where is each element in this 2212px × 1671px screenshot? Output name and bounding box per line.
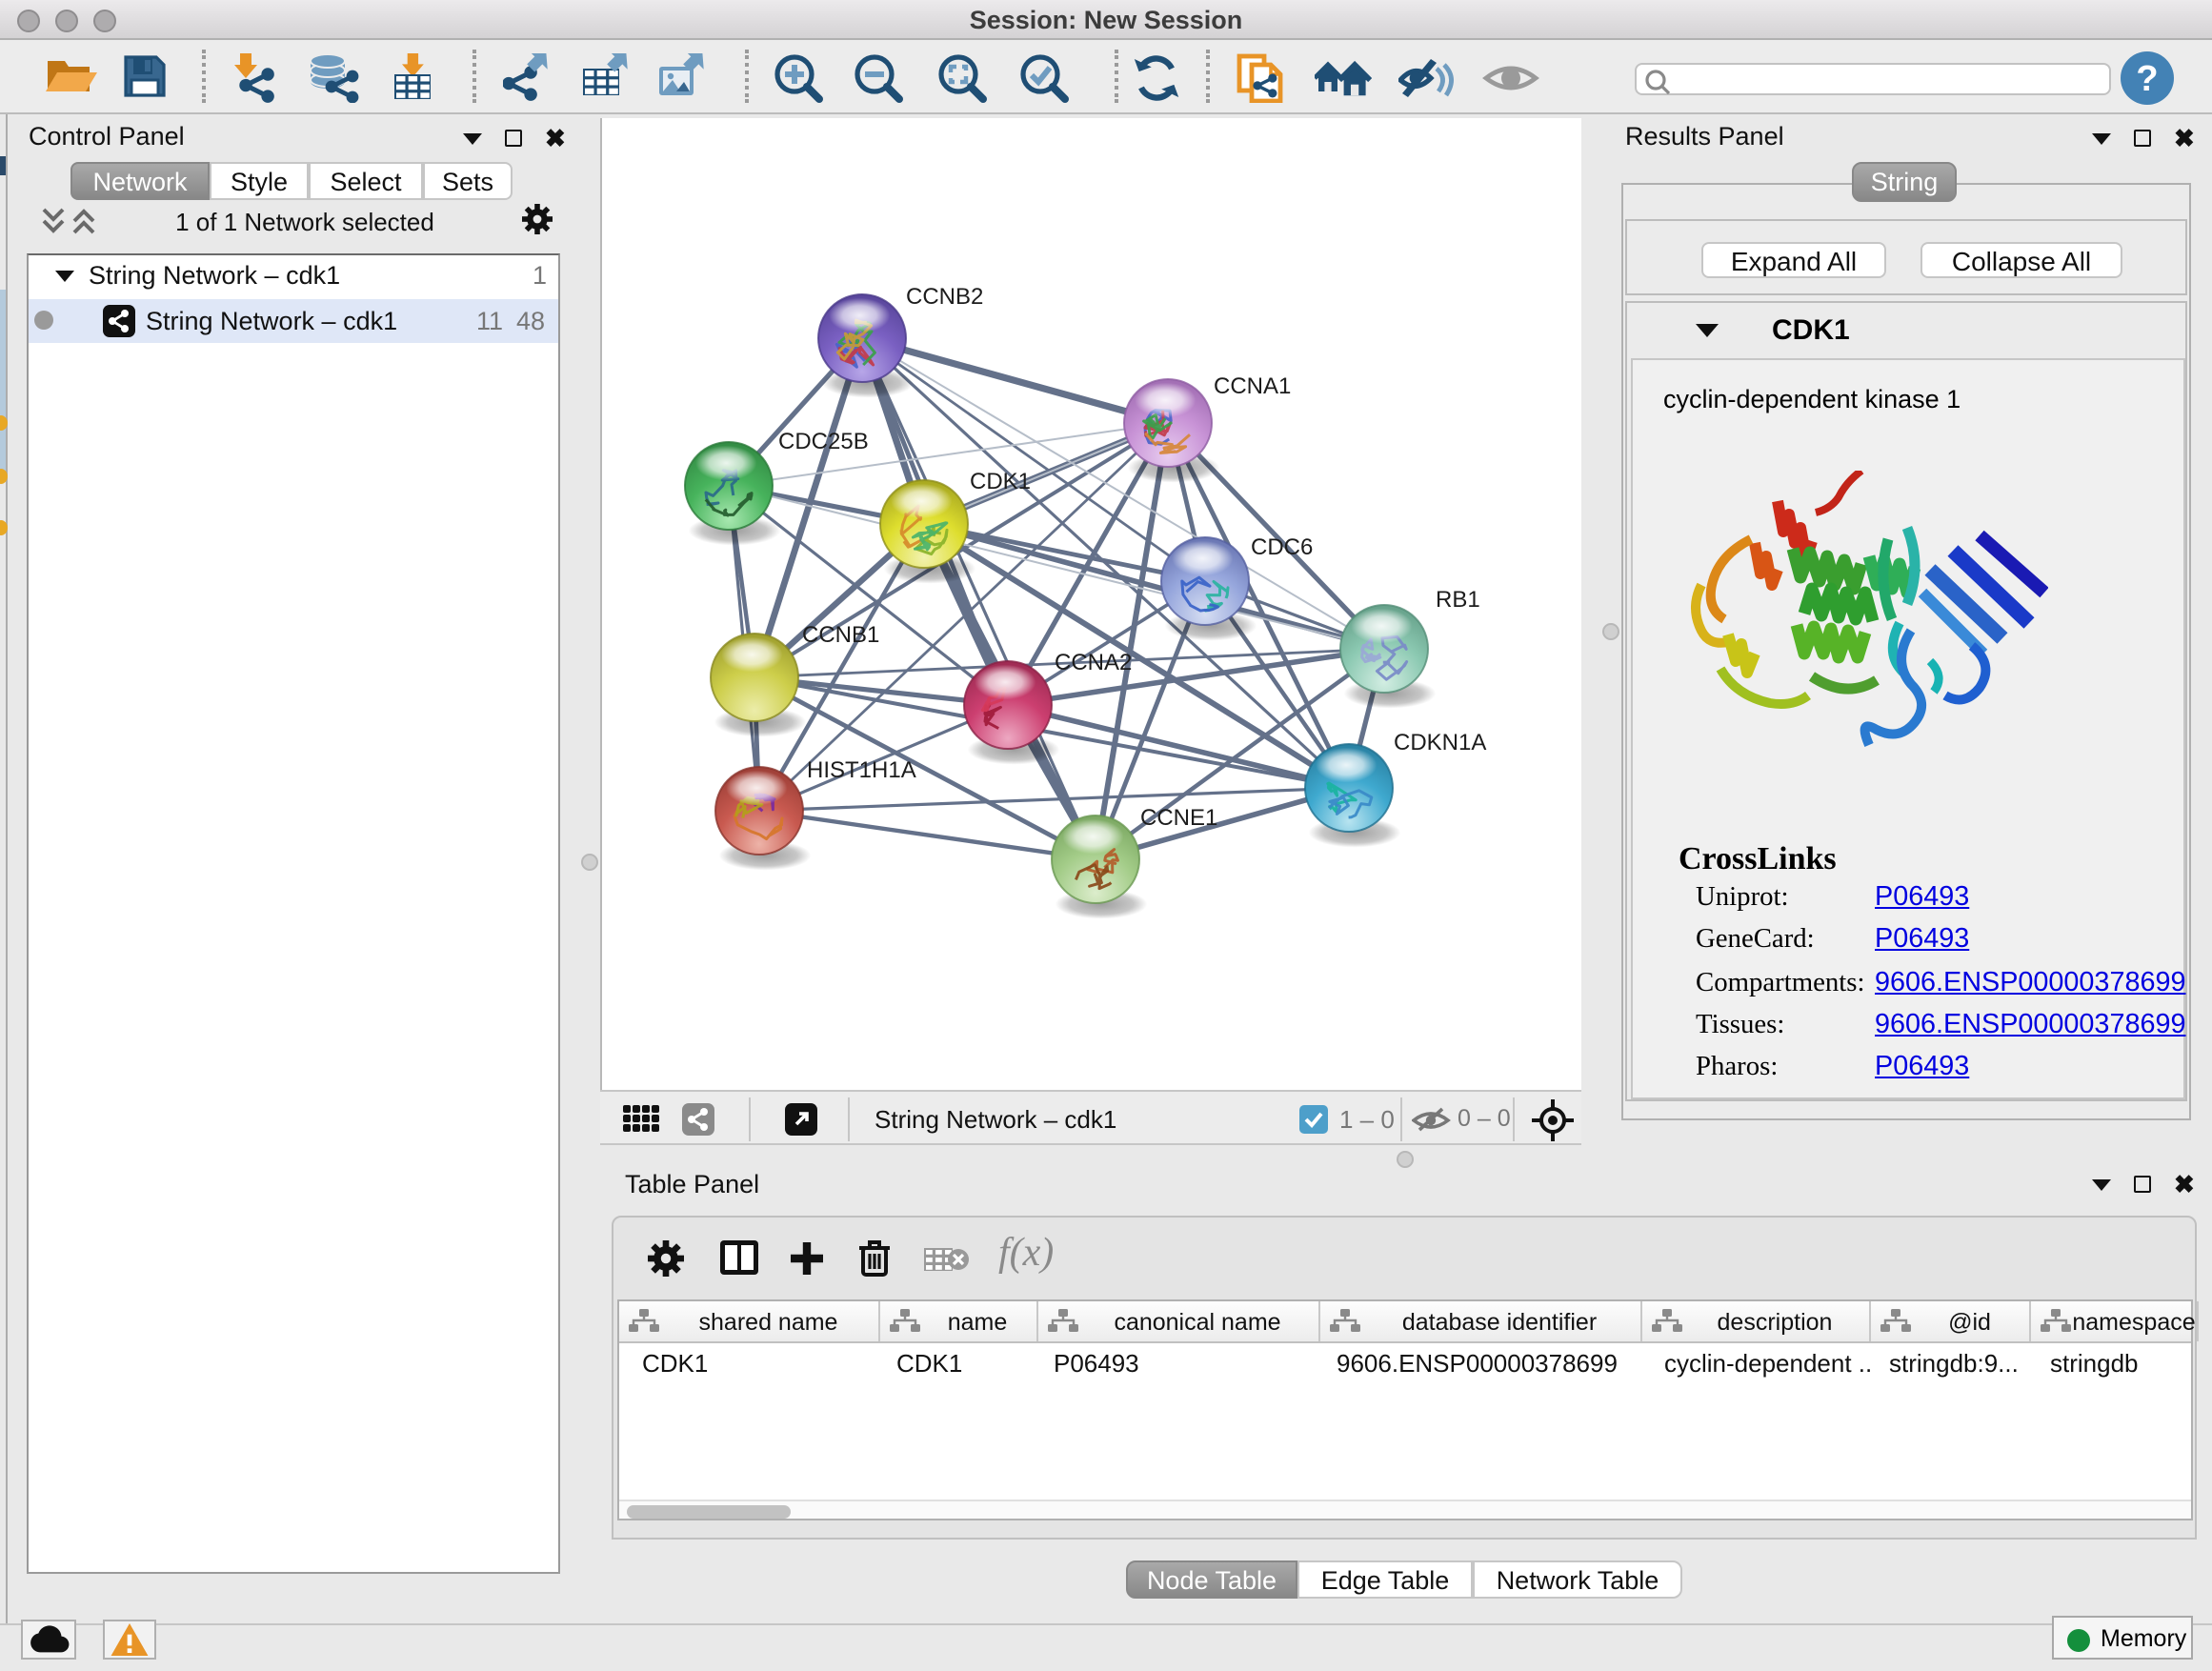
svg-text:CCNA1: CCNA1 xyxy=(1214,373,1291,399)
svg-text:CDC25B: CDC25B xyxy=(778,429,869,454)
svg-text:RB1: RB1 xyxy=(1436,587,1480,613)
svg-text:CDC6: CDC6 xyxy=(1251,534,1313,560)
svg-text:CCNB1: CCNB1 xyxy=(802,622,879,648)
svg-text:CCNA2: CCNA2 xyxy=(1055,650,1132,675)
svg-text:CCNB2: CCNB2 xyxy=(906,284,983,310)
svg-text:HIST1H1A: HIST1H1A xyxy=(807,757,916,783)
svg-text:?: ? xyxy=(2136,59,2158,99)
svg-text:CDK1: CDK1 xyxy=(970,469,1031,494)
svg-text:CDKN1A: CDKN1A xyxy=(1394,730,1486,755)
svg-text:CCNE1: CCNE1 xyxy=(1140,805,1217,831)
